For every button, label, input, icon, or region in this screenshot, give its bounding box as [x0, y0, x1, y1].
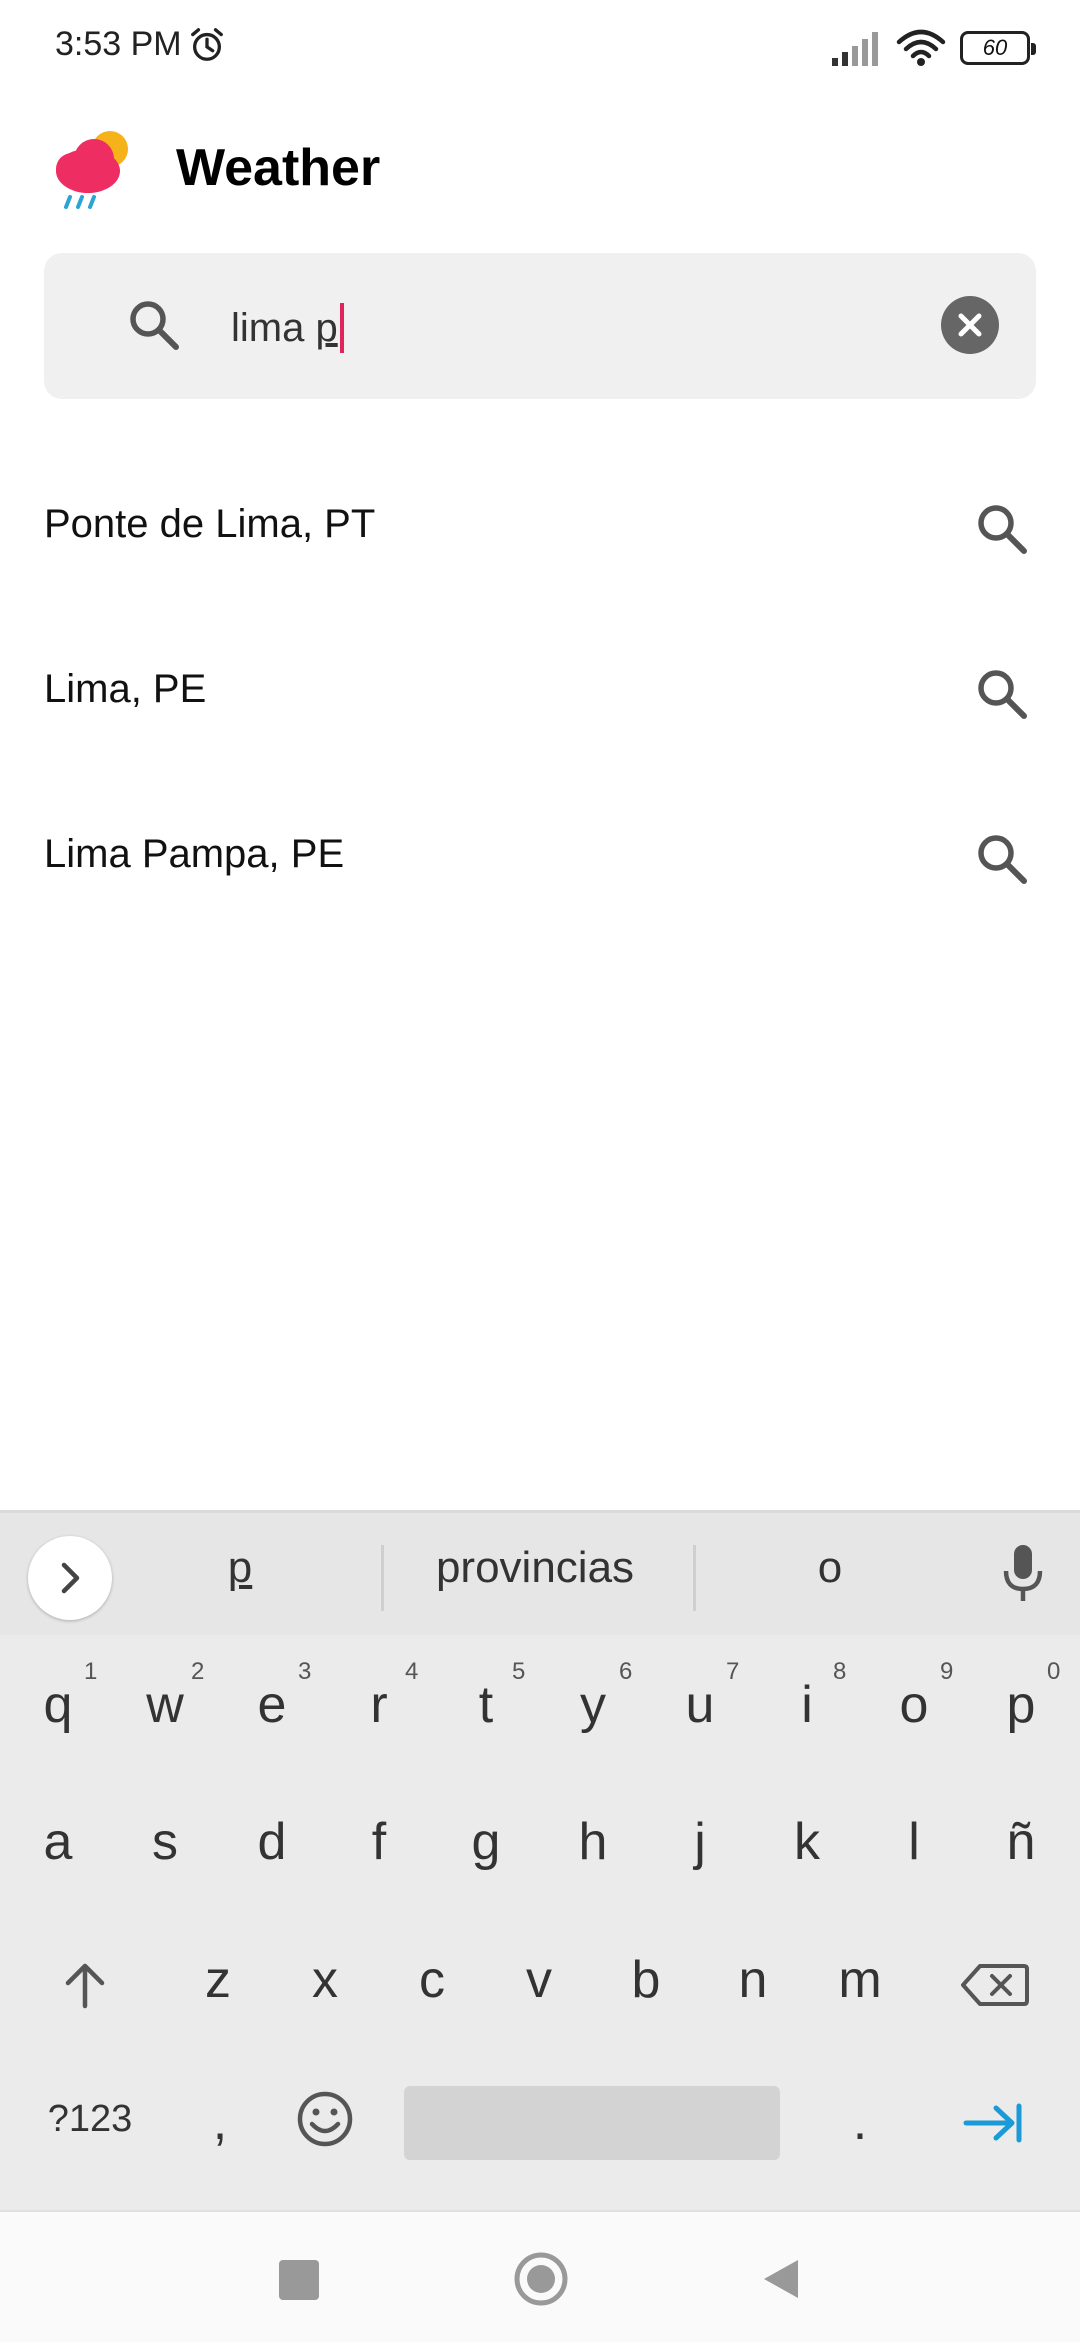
mic-icon[interactable]: [1000, 1543, 1046, 1603]
clear-button[interactable]: [941, 296, 999, 354]
wifi-icon: [896, 29, 946, 66]
suggestion-3[interactable]: o: [780, 1543, 880, 1593]
nav-recents-icon[interactable]: [279, 2260, 319, 2300]
suggestion-divider: [693, 1545, 696, 1611]
app-title: Weather: [176, 139, 381, 197]
keyboard: p provincias o q w e r t y u i o p 1 2 3…: [0, 1510, 1080, 2210]
emoji-icon[interactable]: [296, 2090, 354, 2148]
suggestion-1[interactable]: p: [180, 1543, 300, 1593]
result-label: Lima Pampa, PE: [44, 832, 345, 876]
key-a[interactable]: a: [18, 1812, 98, 1872]
key-hint: 0: [1047, 1658, 1061, 1685]
suggestion-2[interactable]: provincias: [400, 1543, 670, 1593]
key-hint: 7: [726, 1658, 740, 1685]
battery-icon: 60: [960, 31, 1036, 65]
key-n-tilde[interactable]: ñ: [981, 1812, 1061, 1872]
period-key[interactable]: .: [820, 2092, 900, 2152]
result-item[interactable]: Lima Pampa, PE: [0, 777, 1080, 942]
shift-icon[interactable]: [60, 1960, 110, 2010]
app-header: Weather: [0, 115, 1080, 225]
search-input[interactable]: lima p: [231, 298, 344, 358]
signal-icon: [832, 32, 878, 66]
enter-icon[interactable]: [962, 2102, 1024, 2144]
key-v[interactable]: v: [499, 1950, 579, 2010]
result-item[interactable]: Ponte de Lima, PT: [0, 447, 1080, 612]
key-l[interactable]: l: [874, 1812, 954, 1872]
suggestion-bar: p provincias o: [0, 1510, 1080, 1635]
result-label: Ponte de Lima, PT: [44, 502, 376, 546]
key-d[interactable]: d: [232, 1812, 312, 1872]
expand-toolbar-button[interactable]: [28, 1536, 112, 1620]
navigation-bar: [0, 2210, 1080, 2342]
search-icon: [130, 301, 179, 350]
backspace-icon[interactable]: [960, 1962, 1030, 2008]
key-h[interactable]: h: [553, 1812, 633, 1872]
key-hint: 8: [833, 1658, 847, 1685]
search-box[interactable]: lima p: [44, 253, 1036, 399]
nav-back-icon[interactable]: [762, 2258, 802, 2300]
key-s[interactable]: s: [125, 1812, 205, 1872]
weather-logo-icon: [56, 131, 128, 209]
key-hint: 5: [512, 1658, 526, 1685]
key-x[interactable]: x: [285, 1950, 365, 2010]
key-b[interactable]: b: [606, 1950, 686, 2010]
comma-key[interactable]: ,: [180, 2092, 260, 2152]
key-n[interactable]: n: [713, 1950, 793, 2010]
search-icon[interactable]: [972, 499, 1032, 559]
key-c[interactable]: c: [392, 1950, 472, 2010]
search-icon[interactable]: [972, 664, 1032, 724]
clear-icon: [958, 313, 982, 337]
status-time: 3:53 PM: [55, 25, 182, 63]
text-cursor: [339, 303, 344, 353]
battery-level: 60: [982, 35, 1008, 60]
key-j[interactable]: j: [660, 1812, 740, 1872]
status-bar: 3:53 PM 60: [0, 0, 1080, 95]
search-icon[interactable]: [972, 829, 1032, 889]
key-hint: 1: [84, 1658, 98, 1685]
result-label: Lima, PE: [44, 667, 207, 711]
key-k[interactable]: k: [767, 1812, 847, 1872]
key-hint: 2: [191, 1658, 205, 1685]
suggestion-divider: [381, 1545, 384, 1611]
key-hint: 9: [940, 1658, 954, 1685]
key-g[interactable]: g: [446, 1812, 526, 1872]
chevron-right-icon: [61, 1562, 80, 1594]
result-item[interactable]: Lima, PE: [0, 612, 1080, 777]
nav-home-icon[interactable]: [512, 2250, 570, 2308]
key-hint: 4: [405, 1658, 419, 1685]
symbols-key[interactable]: ?123: [40, 2098, 140, 2141]
space-bar[interactable]: [404, 2086, 780, 2160]
alarm-icon: [191, 28, 223, 61]
search-input-composing: p: [315, 305, 338, 350]
key-z[interactable]: z: [178, 1950, 258, 2010]
search-input-text: lima: [231, 305, 316, 350]
key-m[interactable]: m: [820, 1950, 900, 2010]
key-hint: 3: [298, 1658, 312, 1685]
key-hint: 6: [619, 1658, 633, 1685]
key-f[interactable]: f: [339, 1812, 419, 1872]
